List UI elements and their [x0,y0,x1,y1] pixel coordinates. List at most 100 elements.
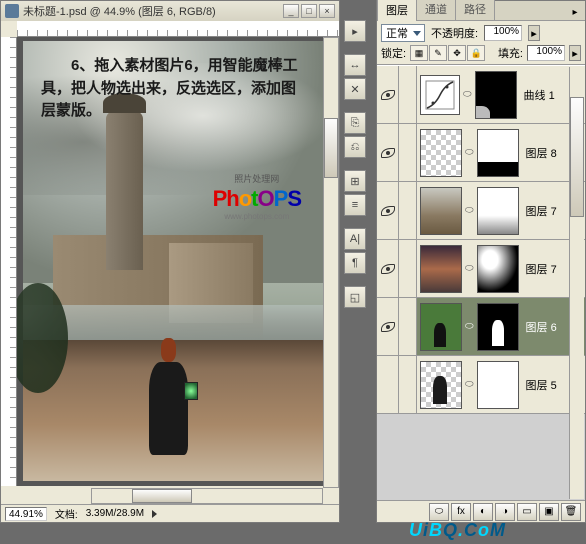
fill-field[interactable]: 100% [527,45,565,61]
minimize-button[interactable]: _ [283,4,299,18]
mask-thumb[interactable] [477,245,519,293]
app-icon [5,4,19,18]
panel-menu-icon[interactable]: ▸ [567,4,583,20]
tool-close-group-icon[interactable]: ✕ [344,78,366,100]
link-icon: ⬭ [465,379,474,390]
eye-icon [381,90,395,100]
layer-row[interactable]: ⬭ 图层 8 [377,124,585,182]
delete-layer-button[interactable]: 🗑 [561,503,581,521]
visibility-toggle[interactable] [377,356,399,413]
close-button[interactable]: × [319,4,335,18]
adjustment-layer-button[interactable]: ◑ [495,503,515,521]
tool-info-icon[interactable]: ◱ [344,286,366,308]
tab-paths[interactable]: 路径 [455,0,495,20]
layer-row[interactable]: ⬭ 曲线 1 [377,66,585,124]
layer-thumb[interactable] [420,245,462,293]
layer-row[interactable]: ⬭ 图层 7 [377,182,585,240]
layer-row[interactable]: ⬭ 图层 7 [377,240,585,298]
tool-collapse-icon[interactable]: ▸ [344,20,366,42]
link-layers-button[interactable]: ⬭ [429,503,449,521]
visibility-toggle[interactable] [377,182,399,239]
filesize-value: 3.39M/28.9M [86,508,144,519]
link-column[interactable] [399,124,417,181]
watermark: UiBQ.CoM [409,520,506,541]
blend-mode-select[interactable]: 正常 [381,24,425,42]
lock-transparency-icon[interactable]: ▦ [410,45,428,61]
visibility-toggle[interactable] [377,124,399,181]
visibility-toggle[interactable] [377,240,399,297]
new-group-button[interactable]: ▭ [517,503,537,521]
lock-pixels-icon[interactable]: ✎ [429,45,447,61]
horizontal-scrollbar[interactable] [91,488,323,504]
zoom-field[interactable]: 44.91% [5,507,47,521]
link-column[interactable] [399,240,417,297]
link-icon: ⬭ [465,147,474,158]
tab-layers[interactable]: 图层 [377,0,417,21]
tool-styles-icon[interactable]: ≡ [344,194,366,216]
panel-options: 正常 不透明度: 100% ▸ 锁定: ▦ ✎ ✥ 🔒 填充: 100% ▸ [377,21,585,65]
fill-arrow-icon[interactable]: ▸ [569,45,581,61]
link-column[interactable] [399,182,417,239]
new-layer-button[interactable]: ▣ [539,503,559,521]
tool-actions-icon[interactable]: ⎌ [344,136,366,158]
eye-icon [381,206,395,216]
mask-thumb[interactable] [477,129,519,177]
link-icon: ⬭ [465,263,474,274]
panel-scrollbar[interactable] [569,67,584,499]
layers-list: ⬭ 曲线 1 ⬭ 图层 8 ⬭ 图层 7 [377,65,585,500]
link-icon: ⬭ [463,89,472,100]
layers-panel: 图层 通道 路径 ▸ 正常 不透明度: 100% ▸ 锁定: ▦ ✎ ✥ 🔒 填… [376,0,586,523]
adjustment-thumb[interactable] [420,75,460,115]
options-toolstrip: ▸ ↔ ✕ ⎘ ⎌ ⊞ ≡ A| ¶ ◱ [344,20,366,308]
tab-channels[interactable]: 通道 [416,0,456,20]
mask-thumb[interactable] [477,187,519,235]
layer-thumb[interactable] [420,361,462,409]
titlebar: 未标题-1.psd @ 44.9% (图层 6, RGB/8) _ □ × [1,1,339,21]
link-column[interactable] [399,298,417,355]
lock-position-icon[interactable]: ✥ [448,45,466,61]
statusbar-menu-arrow[interactable] [152,510,157,518]
mask-thumb[interactable] [477,361,519,409]
tool-swatches-icon[interactable]: ⊞ [344,170,366,192]
ruler-horizontal[interactable] [17,21,339,37]
visibility-toggle[interactable] [377,298,399,355]
canvas-area[interactable]: 6、拖入素材图片6，用智能魔棒工具，把人物选出来，反选选区，添加图层蒙版。 照片… [17,37,323,486]
layer-row[interactable]: ⬭ 图层 5 [377,356,585,414]
opacity-field[interactable]: 100% [484,25,522,41]
layer-row[interactable]: ⬭ 图层 6 [377,298,585,356]
mask-thumb[interactable] [475,71,517,119]
layer-thumb[interactable] [420,187,462,235]
eye-icon [381,322,395,332]
lock-all-icon[interactable]: 🔒 [467,45,485,61]
tool-history-icon[interactable]: ⎘ [344,112,366,134]
visibility-toggle[interactable] [377,66,399,123]
tool-navigator-icon[interactable]: ↔ [344,54,366,76]
filesize-label: 文档: [55,506,78,521]
statusbar: 44.91% 文档: 3.39M/28.9M [1,504,339,522]
vertical-scrollbar[interactable] [323,37,339,488]
add-mask-button[interactable]: ◐ [473,503,493,521]
layer-thumb[interactable] [420,129,462,177]
link-column[interactable] [399,66,417,123]
panel-footer: ⬭ fx ◐ ◑ ▭ ▣ 🗑 [377,500,585,522]
eye-icon [381,264,395,274]
layer-thumb[interactable] [420,303,462,351]
opacity-label: 不透明度: [431,25,478,41]
link-column[interactable] [399,356,417,413]
opacity-arrow-icon[interactable]: ▸ [528,25,540,41]
canvas[interactable]: 6、拖入素材图片6，用智能魔棒工具，把人物选出来，反选选区，添加图层蒙版。 照片… [23,41,323,481]
document-window: 未标题-1.psd @ 44.9% (图层 6, RGB/8) _ □ × 6、… [0,0,340,523]
ruler-vertical[interactable] [1,37,17,486]
mask-thumb[interactable] [477,303,519,351]
eye-icon [381,148,395,158]
instruction-text: 6、拖入素材图片6，用智能魔棒工具，把人物选出来，反选选区，添加图层蒙版。 [41,55,305,123]
tool-paragraph-icon[interactable]: ¶ [344,252,366,274]
photops-logo: 照片处理网 PhotOPS www.photops.com [213,171,301,221]
maximize-button[interactable]: □ [301,4,317,18]
document-title: 未标题-1.psd @ 44.9% (图层 6, RGB/8) [23,3,283,19]
panel-tabs: 图层 通道 路径 ▸ [377,1,585,21]
tool-character-icon[interactable]: A| [344,228,366,250]
scene-figure [149,323,188,455]
link-icon: ⬭ [465,321,474,332]
layer-fx-button[interactable]: fx [451,503,471,521]
